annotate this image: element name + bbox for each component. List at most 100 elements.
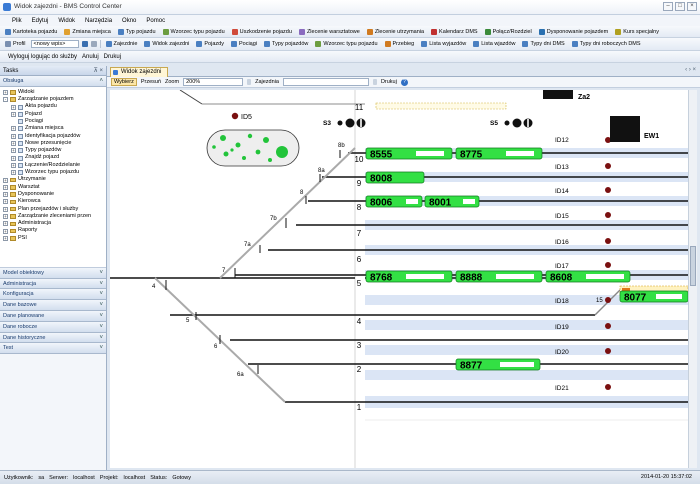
tree-item[interactable]: + Raporty [0,227,106,234]
section-dane-planowane[interactable]: Dane planowane ˅ [0,310,106,322]
save-icon[interactable] [81,41,88,47]
po-cz-rozdziel-button[interactable]: Połącz/Rozdziel [483,28,534,35]
typ-pojazdu-button[interactable]: Typ pojazdu [116,28,158,35]
zlecenie-utrzymania-button[interactable]: Zlecenie utrzymania [365,28,426,35]
expand-icon[interactable]: + [11,170,16,176]
tab-nav-icon[interactable]: ‹ › × [685,67,696,73]
tree-item[interactable]: + PSI [0,235,106,242]
dysponowanie-pojazdem-button[interactable]: Dysponowanie pojazdem [537,28,610,35]
menu-widok[interactable]: Widok [58,18,75,24]
profile-select[interactable]: <nowy wpis> [30,40,79,48]
expand-icon[interactable]: + [3,228,8,234]
wzorzec-typu-pojazdu-button[interactable]: Wzorzec typu pojazdu [313,41,379,47]
tree-item[interactable]: + Widoki [0,89,106,96]
print-button[interactable]: Drukuj [104,54,121,60]
minimize-icon[interactable]: – [663,2,673,11]
lista-wyjazd-w-button[interactable]: Lista wyjazdów [419,41,468,47]
close-icon[interactable]: × [687,2,697,11]
menu-plik[interactable]: Plik [12,18,22,24]
expand-icon[interactable]: + [11,162,16,168]
typy-dni-dms-button[interactable]: Typy dni DMS [520,41,566,47]
expand-icon[interactable]: + [3,192,8,198]
tree-item[interactable]: + Zmiana miejsca [0,125,106,132]
tree-item[interactable]: + Pojazd [0,111,106,118]
tree-item[interactable]: + Utrzymanie [0,176,106,183]
tree-item[interactable]: + Akta pojazdu [0,103,106,110]
tree-item[interactable]: + Znajdź pojazd [0,154,106,161]
expand-icon[interactable]: + [11,111,16,117]
section-administracja[interactable]: Administracja ˅ [0,278,106,290]
print-view-button[interactable]: Drukuj [381,79,397,85]
tree-item[interactable]: + Dysponowanie [0,191,106,198]
lista-wjazd-w-button[interactable]: Lista wjazdów [471,41,517,47]
logout-duty-button[interactable]: Wyloguj logując do służby [8,54,77,60]
expand-icon[interactable]: + [11,148,16,154]
section-model-obiektowy[interactable]: Model obiektowy ˅ [0,267,106,279]
scroll-thumb[interactable] [690,246,696,286]
expand-icon[interactable]: + [11,141,16,147]
expand-icon[interactable]: + [3,213,8,219]
typy-pojazd-w-button[interactable]: Typy pojazdów [262,41,310,47]
expand-icon[interactable]: + [3,199,8,205]
przebieg-button[interactable]: Przebieg [383,41,417,47]
kartoteka-pojazdu-button[interactable]: Kartoteka pojazdu [3,28,59,35]
expand-icon[interactable]: + [11,155,16,161]
expand-icon[interactable]: + [11,104,16,110]
tree-item[interactable]: + Nowe przesunięcie [0,140,106,147]
widok-zajezdni-button[interactable]: Widok zajezdni [142,41,191,47]
depot-dropdown-icon[interactable] [372,79,377,85]
tree-item[interactable]: Pociągi [0,118,106,125]
poci-gi-button[interactable]: Pociągi [229,41,259,47]
expand-icon[interactable]: + [3,221,8,227]
depot-select[interactable] [282,78,369,86]
kurs-specjalny-button[interactable]: Kurs specjalny [613,28,661,35]
depot-diagram[interactable]: Za2 11 10 9 8 7 6 5 4 3 2 1 8b 8a 8 7b 7… [110,90,688,468]
section-test[interactable]: Test ˅ [0,343,106,355]
pojazdy-button[interactable]: Pojazdy [194,41,226,47]
expand-icon[interactable]: + [3,184,8,190]
menu-pomoc[interactable]: Pomoc [146,18,165,24]
expand-icon[interactable]: + [11,133,16,139]
tree-item[interactable]: + Kierowca [0,198,106,205]
section-obsluga[interactable]: Obsługa ˄ [0,76,106,87]
menu-okno[interactable]: Okno [122,18,136,24]
expand-icon[interactable]: + [3,235,8,241]
section-konfiguracja[interactable]: Konfiguracja ˅ [0,289,106,301]
tree-item[interactable]: + Identyfikacja pojazdów [0,133,106,140]
cancel-button[interactable]: Anuluj [82,54,99,60]
zoom-select[interactable]: 200% [183,78,244,86]
wzorzec-typu-pojazdu-button[interactable]: Wzorzec typu pojazdu [161,28,227,35]
depot-canvas[interactable]: Za2 11 10 9 8 7 6 5 4 3 2 1 8b 8a 8 7b 7… [110,90,688,468]
menu-edytuj[interactable]: Edytuj [32,18,49,24]
tree-item[interactable]: + Wzorzec typu pojazdu [0,169,106,176]
expand-icon[interactable]: + [3,206,8,212]
delete-icon[interactable] [90,41,97,47]
tree-item[interactable]: + Warsztat [0,184,106,191]
tree-item[interactable]: + Administracja [0,220,106,227]
zajezdnie-button[interactable]: Zajezdnie [104,41,140,47]
select-tool-button[interactable]: Wybierz [111,78,137,86]
canvas-scrollbar[interactable] [688,90,697,468]
tree-item[interactable]: - Zarządzanie pojazdem [0,96,106,103]
section-dane-robocze[interactable]: Dane robocze ˅ [0,321,106,333]
pin-icon[interactable]: ⊼ × [93,66,103,76]
tree-item[interactable]: + Plan przejazdów i służby [0,206,106,213]
uszkodzenie-pojazdu-button[interactable]: Uszkodzenie pojazdu [230,28,294,35]
move-tool-button[interactable]: Przesuń [141,79,161,85]
help-icon[interactable]: ? [400,78,408,86]
zoom-dropdown-icon[interactable] [247,79,252,85]
maximize-icon[interactable]: □ [675,2,685,11]
section-dane-bazowe[interactable]: Dane bazowe ˅ [0,300,106,311]
collapse-icon[interactable]: - [3,97,8,103]
expand-icon[interactable]: + [3,89,8,95]
zmiana-miejsca-button[interactable]: Zmiana miejsca [62,28,113,35]
tab-widok-zajezdni[interactable]: Widok zajezdni [110,67,169,77]
section-dane-historyczne[interactable]: Dane historyczne ˅ [0,332,106,344]
kalendarz-dms-button[interactable]: Kalendarz DMS [429,28,480,35]
expand-icon[interactable]: + [3,177,8,183]
menu-narzedzia[interactable]: Narzędzia [85,18,112,24]
tree-item[interactable]: + Zarządzanie zleceniami przen [0,213,106,220]
expand-icon[interactable]: + [11,126,16,132]
tree-item[interactable]: + Typy pojazdów [0,147,106,154]
zlecenie-warsztatowe-button[interactable]: Zlecenie warsztatowe [297,28,362,35]
